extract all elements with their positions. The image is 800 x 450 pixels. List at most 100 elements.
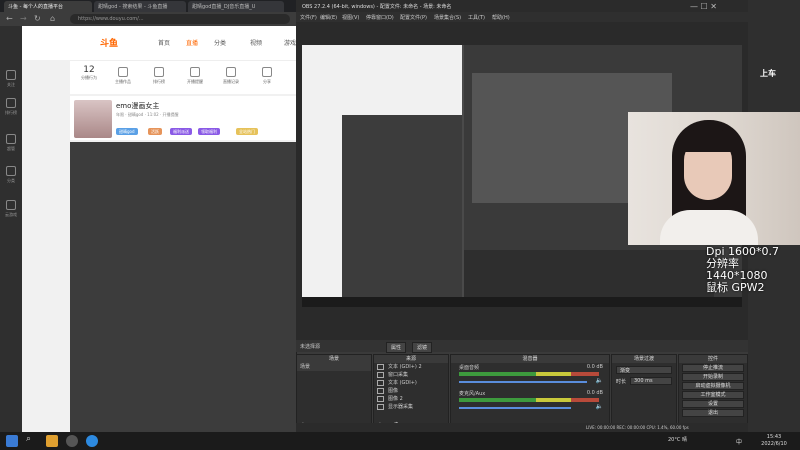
scene-item[interactable]: 场景	[297, 363, 371, 371]
source-item[interactable]: 文本 (GDI+)	[374, 379, 448, 387]
stat-item[interactable]: 12 分播行为	[74, 65, 104, 81]
volume-slider[interactable]	[459, 407, 571, 409]
window-controls[interactable]: — ☐ ✕	[690, 2, 717, 11]
stat-item[interactable]: 主播作品	[108, 65, 138, 85]
menu-tools[interactable]: 工具(T)	[468, 14, 485, 21]
virtual-camera-button[interactable]: 启动虚拟摄像机	[682, 382, 744, 390]
mixer-channel-db: 0.0 dB	[586, 390, 603, 396]
badge-welfare[interactable]: 福利派送	[170, 128, 192, 135]
menu-view[interactable]: 视图(V)	[342, 14, 359, 21]
settings-button[interactable]: 设置	[682, 400, 744, 408]
text-icon	[377, 364, 384, 370]
nav-category[interactable]: 分类	[214, 38, 226, 47]
clock-date: 2022/6/10	[761, 441, 787, 447]
stat-item[interactable]: 直播记录	[216, 65, 246, 85]
menu-dock[interactable]: 停靠窗口(D)	[366, 14, 394, 21]
rail-label-admin: 超管	[7, 146, 15, 151]
video-player[interactable]	[70, 142, 298, 432]
rail-label-cloud-game: 云游戏	[5, 212, 17, 217]
home-icon[interactable]: ⌂	[50, 14, 55, 23]
webcam-person-body	[660, 210, 758, 245]
tab-search-results[interactable]: 甜晴god - 搜索结果 - 斗鱼直播	[94, 1, 186, 12]
nav-game[interactable]: 游戏	[284, 38, 296, 47]
stat-label: 排行榜	[153, 79, 165, 84]
stat-label: 分享	[263, 79, 271, 84]
source-item[interactable]: 文本 (GDI+) 2	[374, 363, 448, 371]
menu-scene-collection[interactable]: 场景集合(S)	[434, 14, 461, 21]
tab-douyu-home[interactable]: 斗鱼 - 每个人的直播平台	[4, 1, 92, 12]
back-icon[interactable]: ←	[6, 14, 13, 23]
source-item[interactable]: 图像	[374, 387, 448, 395]
properties-button[interactable]: 属性	[386, 342, 407, 353]
alarm-icon	[190, 67, 200, 77]
douyu-logo[interactable]: 斗鱼	[100, 36, 118, 49]
edge-icon[interactable]	[86, 435, 98, 447]
studio-mode-button[interactable]: 工作室模式	[682, 391, 744, 399]
stat-label: 直播记录	[223, 79, 239, 84]
transition-select[interactable]: 渐变	[616, 366, 672, 374]
volume-slider[interactable]	[459, 381, 587, 383]
speaker-icon[interactable]: 🔈	[596, 403, 603, 410]
follow-icon[interactable]	[6, 70, 16, 80]
audio-meter	[459, 398, 599, 402]
room-stats-bar: 12 分播行为 主播作品 排行榜 开播提醒 直播记录 分享	[70, 60, 298, 94]
stat-item[interactable]: 开播提醒	[180, 65, 210, 85]
window-icon	[377, 372, 384, 378]
badge-claim[interactable]: 领取福利	[198, 128, 220, 135]
menu-edit[interactable]: 编辑(E)	[320, 14, 337, 21]
source-item[interactable]: 窗口采集	[374, 371, 448, 379]
search-icon[interactable]: ⌕	[26, 434, 38, 446]
clock[interactable]: 15:43 2022/6/10	[752, 434, 796, 448]
scenes-dock: 场景 场景 + − ∧ ∨	[296, 354, 372, 432]
forward-icon[interactable]: →	[20, 14, 27, 23]
menu-help[interactable]: 帮助(H)	[492, 14, 510, 21]
stat-item[interactable]: 排行榜	[144, 65, 174, 85]
file-explorer-icon[interactable]	[46, 435, 58, 447]
admin-icon[interactable]	[6, 134, 16, 144]
badge-hot[interactable]: 全站热门	[236, 128, 258, 135]
menu-file[interactable]: 文件(F)	[300, 14, 317, 21]
obs-app-icon[interactable]	[66, 435, 78, 447]
menu-profile[interactable]: 配置文件(P)	[400, 14, 427, 21]
duration-input[interactable]: 300 ms	[630, 377, 672, 385]
nav-video[interactable]: 视频	[250, 38, 262, 47]
obs-status-bar: LIVE: 00:00:00 REC: 00:00:00 CPU: 1.4%, …	[296, 423, 748, 432]
transitions-dock: 场景过渡 渐变 时长 300 ms	[611, 354, 677, 432]
windows-start-icon[interactable]	[6, 435, 18, 447]
url-input[interactable]: https://www.douyu.com/...	[70, 14, 290, 24]
brand-logo: 上车	[760, 69, 776, 78]
category-icon[interactable]	[6, 166, 16, 176]
stop-stream-button[interactable]: 停止推流	[682, 364, 744, 372]
image-icon	[377, 388, 384, 394]
stat-label: 分播行为	[81, 75, 97, 80]
filters-button[interactable]: 滤镜	[412, 342, 433, 353]
rank-icon[interactable]	[6, 98, 16, 108]
room-meta: 年限 · 甜晴god · 11:02 · 开播提醒	[116, 112, 179, 117]
overlay-line: 鼠标 GPW2	[706, 281, 765, 294]
image-icon	[377, 396, 384, 402]
nav-home[interactable]: 首页	[158, 38, 170, 47]
nav-live[interactable]: 直播	[186, 38, 198, 47]
cloud-game-icon[interactable]	[6, 200, 16, 210]
source-item[interactable]: 显示器采集	[374, 403, 448, 411]
input-lang[interactable]: 中	[736, 437, 742, 446]
stat-item[interactable]: 分享	[252, 65, 282, 85]
obs-title-bar: OBS 27.2.4 (64-bit, windows) - 配置文件: 未命名…	[296, 0, 748, 12]
source-toolbar: 未选择源 属性 滤镜	[296, 340, 748, 353]
transitions-dock-title: 场景过渡	[612, 355, 676, 363]
site-header: 斗鱼 首页 直播 分类 视频 游戏	[22, 26, 298, 60]
mixer-channel-name: 桌面音频	[459, 365, 480, 371]
chart-icon	[154, 67, 164, 77]
exit-button[interactable]: 退出	[682, 409, 744, 417]
stat-label: 开播提醒	[187, 79, 203, 84]
avatar[interactable]	[74, 100, 112, 138]
reload-icon[interactable]: ↻	[34, 14, 41, 23]
sources-dock-title: 来源	[374, 355, 448, 363]
controls-dock: 控件 停止推流 开始录制 启动虚拟摄像机 工作室模式 设置 退出	[678, 354, 748, 432]
start-recording-button[interactable]: 开始录制	[682, 373, 744, 381]
speaker-icon[interactable]: 🔈	[596, 377, 603, 384]
source-item[interactable]: 图像 2	[374, 395, 448, 403]
tab-live-room[interactable]: 甜晴god直播_DJ音乐直播_U	[188, 1, 284, 12]
overlay-settings-text: Dpi 1600*0.7 分辨率1440*1080 鼠标 GPW2	[706, 246, 800, 294]
weather-widget[interactable]: 20°C 晴	[668, 436, 687, 443]
